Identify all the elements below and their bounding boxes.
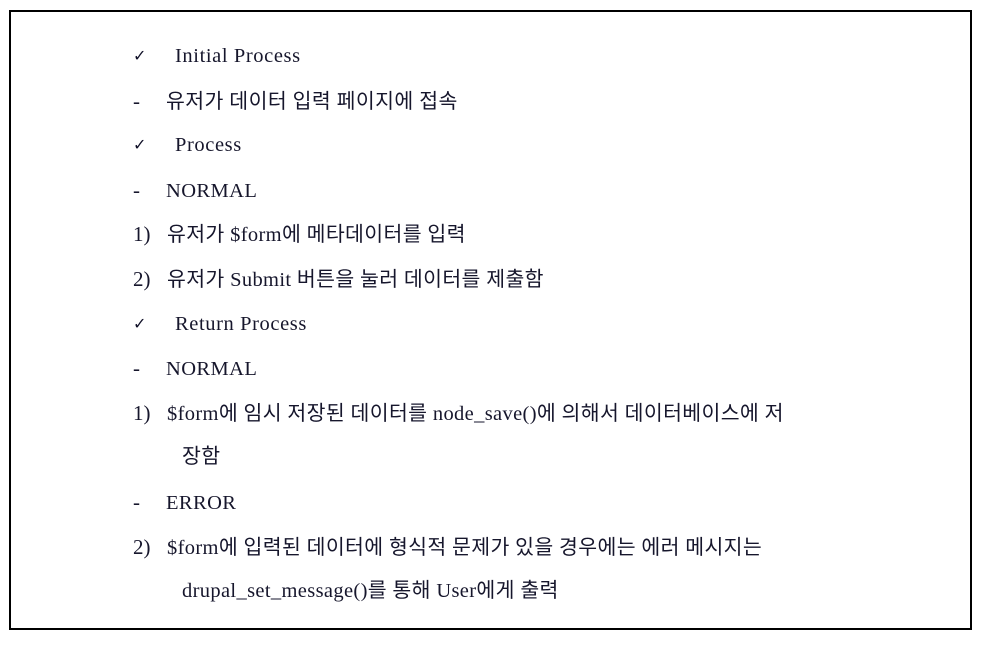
list-item: - NORMAL <box>133 168 963 213</box>
check-icon: ✓ <box>133 313 147 333</box>
dash-icon: - <box>133 356 140 381</box>
check-icon: ✓ <box>133 46 147 65</box>
list-item: 2) $form에 입력된 데이터에 형식적 문제가 있을 경우에는 에러 메시지… <box>133 525 963 570</box>
dash-icon: - <box>133 177 140 202</box>
list-marker: 1) <box>133 222 151 247</box>
list-item-text: 유저가 Submit 버튼을 눌러 데이터를 제출함 <box>167 268 544 291</box>
list-item: - 유저가 데이터 입력 페이지에 접속 <box>133 79 963 124</box>
list-item-text: 유저가 데이터 입력 페이지에 접속 <box>166 90 458 113</box>
list-marker: 1) <box>133 400 151 425</box>
list-item: - ERROR <box>133 480 963 525</box>
process-description-list: ✓ Initial Process - 유저가 데이터 입력 페이지에 접속 ✓ Pr… <box>133 34 963 614</box>
list-item-text: Initial Process <box>175 45 301 67</box>
list-item-text: Return Process <box>175 312 307 335</box>
dash-icon: - <box>133 489 140 514</box>
list-item: ✓ Process <box>133 123 963 168</box>
list-item-text: ERROR <box>166 491 237 514</box>
list-item: 1) $form에 임시 저장된 데이터를 node_save()에 의해서 데이… <box>133 391 963 436</box>
list-marker: 2) <box>133 266 151 291</box>
list-item: 2) 유저가 Submit 버튼을 눌러 데이터를 제출함 <box>133 257 963 302</box>
list-marker: 2) <box>133 534 151 559</box>
list-item-text: $form에 임시 저장된 데이터를 node_save()에 의해서 데이터베… <box>167 402 784 425</box>
list-item-text: $form에 입력된 데이터에 형식적 문제가 있을 경우에는 에러 메시지는 <box>167 536 763 559</box>
dash-icon: - <box>133 88 140 113</box>
page-root: ✓ Initial Process - 유저가 데이터 입력 페이지에 접속 ✓ Pr… <box>0 0 984 645</box>
list-item-text: Process <box>175 134 242 157</box>
list-item-continuation: 장함 <box>182 446 221 469</box>
list-item-text: NORMAL <box>166 358 258 381</box>
list-item-continuation: drupal_set_message()를 통해 User에게 출력 <box>182 580 559 603</box>
list-item: - NORMAL <box>133 346 963 391</box>
check-icon: ✓ <box>133 135 147 155</box>
list-item-text: NORMAL <box>166 179 258 202</box>
list-item-text: 유저가 $form에 메타데이터를 입력 <box>167 224 466 247</box>
list-item: 1) 유저가 $form에 메타데이터를 입력 <box>133 212 963 257</box>
list-item: ✓ Return Process <box>133 302 963 347</box>
document-frame: ✓ Initial Process - 유저가 데이터 입력 페이지에 접속 ✓ Pr… <box>9 10 972 630</box>
list-item: ✓ Initial Process <box>133 34 963 79</box>
